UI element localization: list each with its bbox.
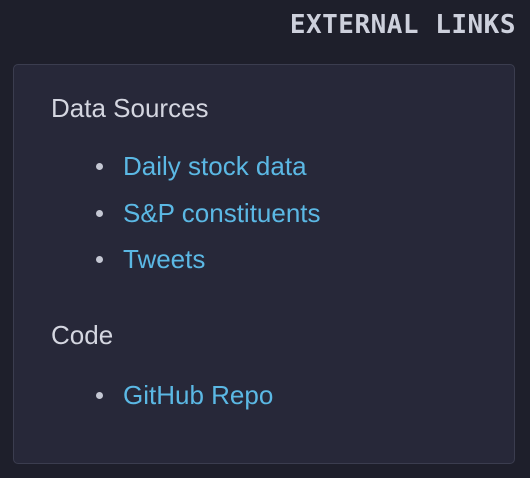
link-tweets[interactable]: Tweets (123, 246, 205, 272)
bullet-icon (96, 392, 103, 400)
external-links-heading: EXTERNAL LINKS (289, 10, 516, 40)
section-title-data-sources: Data Sources (51, 93, 209, 123)
bullet-icon (96, 209, 103, 217)
link-sp-constituents[interactable]: S&P constituents (123, 200, 321, 226)
bullet-icon (96, 163, 103, 171)
link-github-repo[interactable]: GitHub Repo (123, 382, 273, 408)
section-title-code: Code (51, 320, 114, 350)
bullet-icon (96, 256, 103, 264)
external-links-card: Data Sources Daily stock data S&P consti… (13, 64, 515, 464)
link-daily-stock-data[interactable]: Daily stock data (123, 153, 307, 179)
